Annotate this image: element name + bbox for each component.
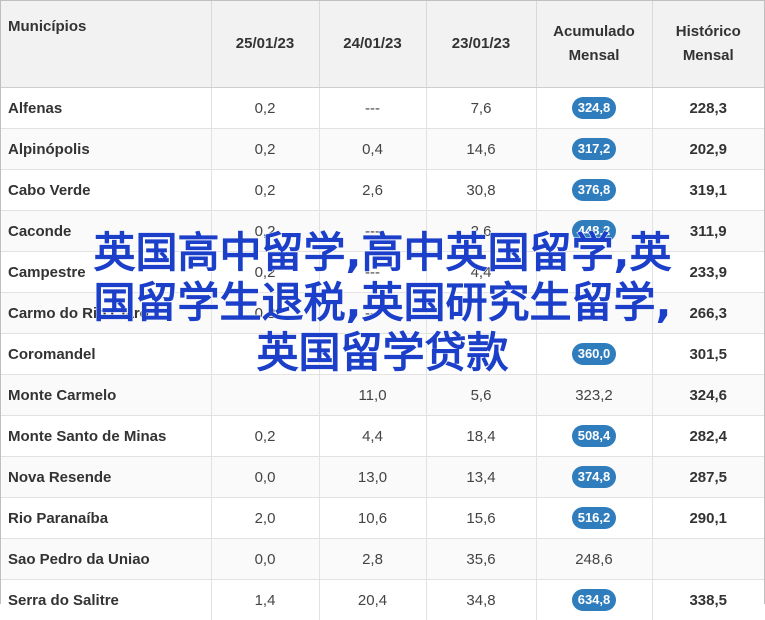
date-2-cell: 4,4: [319, 416, 426, 457]
date-1-cell: 0,0: [211, 539, 319, 580]
acumulado-cell: 323,2: [536, 375, 652, 416]
date-1-cell: 0,2: [211, 170, 319, 211]
acumulado-cell: 516,2: [536, 498, 652, 539]
date-3-cell: 5,6: [426, 375, 536, 416]
overlay-line-1: 英国高中留学,高中英国留学,英: [0, 228, 765, 278]
date-1-cell: [211, 375, 319, 416]
table-row: Rio Paranaíba2,010,615,6 516,2 290,1: [1, 498, 764, 539]
date-3-cell: 14,6: [426, 129, 536, 170]
table-row: Nova Resende0,013,013,4 374,8 287,5: [1, 457, 764, 498]
date-3-cell: 35,6: [426, 539, 536, 580]
date-2-cell: 11,0: [319, 375, 426, 416]
acumulado-cell: 317,2: [536, 129, 652, 170]
acumulado-value: 248,6: [575, 551, 613, 568]
acumulado-cell: 374,8: [536, 457, 652, 498]
acumulado-badge: 374,8: [572, 466, 617, 488]
historico-cell: 290,1: [652, 498, 764, 539]
header-historico-mensal[interactable]: Histórico Mensal: [652, 1, 764, 88]
table-row: Monte Carmelo 11,05,6 323,2 324,6: [1, 375, 764, 416]
table-row: Alfenas0,2---7,6 324,8 228,3: [1, 88, 764, 129]
municipio-cell: Cabo Verde: [1, 170, 211, 211]
date-1-cell: 0,0: [211, 457, 319, 498]
date-2-cell: 20,4: [319, 580, 426, 620]
date-3-cell: 15,6: [426, 498, 536, 539]
date-3-cell: 30,8: [426, 170, 536, 211]
date-1-cell: 1,4: [211, 580, 319, 620]
date-3-cell: 7,6: [426, 88, 536, 129]
acumulado-badge: 516,2: [572, 507, 617, 529]
acumulado-badge: 508,4: [572, 425, 617, 447]
historico-cell: 319,1: [652, 170, 764, 211]
historico-cell: 282,4: [652, 416, 764, 457]
historico-cell: 228,3: [652, 88, 764, 129]
acumulado-cell: 248,6: [536, 539, 652, 580]
municipio-cell: Nova Resende: [1, 457, 211, 498]
header-date-2[interactable]: 24/01/23: [319, 1, 426, 88]
historico-cell: 202,9: [652, 129, 764, 170]
date-2-cell: 2,8: [319, 539, 426, 580]
municipio-cell: Rio Paranaíba: [1, 498, 211, 539]
date-3-cell: 34,8: [426, 580, 536, 620]
municipio-cell: Alpinópolis: [1, 129, 211, 170]
header-municipios[interactable]: Municípios: [1, 1, 211, 88]
date-2-cell: 0,4: [319, 129, 426, 170]
acumulado-cell: 508,4: [536, 416, 652, 457]
municipio-cell: Monte Santo de Minas: [1, 416, 211, 457]
acumulado-badge: 317,2: [572, 138, 617, 160]
table-row: Sao Pedro da Uniao0,02,835,6 248,6: [1, 539, 764, 580]
acumulado-cell: 634,8: [536, 580, 652, 620]
date-3-cell: 18,4: [426, 416, 536, 457]
overlay-line-3: 英国留学贷款: [0, 328, 765, 378]
acumulado-cell: 324,8: [536, 88, 652, 129]
historico-cell: 287,5: [652, 457, 764, 498]
municipio-cell: Sao Pedro da Uniao: [1, 539, 211, 580]
acumulado-badge: 376,8: [572, 179, 617, 201]
table-row: Alpinópolis0,20,414,6 317,2 202,9: [1, 129, 764, 170]
municipio-cell: Serra do Salitre: [1, 580, 211, 620]
acumulado-badge: 634,8: [572, 589, 617, 611]
table-header-row: Municípios 25/01/23 24/01/23 23/01/23 Ac…: [1, 1, 764, 88]
date-2-cell: 13,0: [319, 457, 426, 498]
table-row: Serra do Salitre1,420,434,8 634,8 338,5: [1, 580, 764, 620]
header-acumulado-mensal[interactable]: Acumulado Mensal: [536, 1, 652, 88]
acumulado-cell: 376,8: [536, 170, 652, 211]
watermark-overlay-text: 英国高中留学,高中英国留学,英 国留学生退税,英国研究生留学, 英国留学贷款: [0, 228, 765, 378]
table-row: Monte Santo de Minas0,24,418,4 508,4 282,4: [1, 416, 764, 457]
acumulado-badge: 324,8: [572, 97, 617, 119]
table-row: Cabo Verde0,22,630,8 376,8 319,1: [1, 170, 764, 211]
acumulado-value: 323,2: [575, 387, 613, 404]
date-1-cell: 0,2: [211, 129, 319, 170]
date-2-cell: 10,6: [319, 498, 426, 539]
municipio-cell: Alfenas: [1, 88, 211, 129]
overlay-line-2: 国留学生退税,英国研究生留学,: [0, 278, 765, 328]
date-1-cell: 2,0: [211, 498, 319, 539]
header-date-3[interactable]: 23/01/23: [426, 1, 536, 88]
header-date-1[interactable]: 25/01/23: [211, 1, 319, 88]
municipio-cell: Monte Carmelo: [1, 375, 211, 416]
historico-cell: 324,6: [652, 375, 764, 416]
date-1-cell: 0,2: [211, 88, 319, 129]
date-3-cell: 13,4: [426, 457, 536, 498]
date-1-cell: 0,2: [211, 416, 319, 457]
historico-cell: 338,5: [652, 580, 764, 620]
historico-cell: [652, 539, 764, 580]
date-2-cell: ---: [319, 88, 426, 129]
date-2-cell: 2,6: [319, 170, 426, 211]
